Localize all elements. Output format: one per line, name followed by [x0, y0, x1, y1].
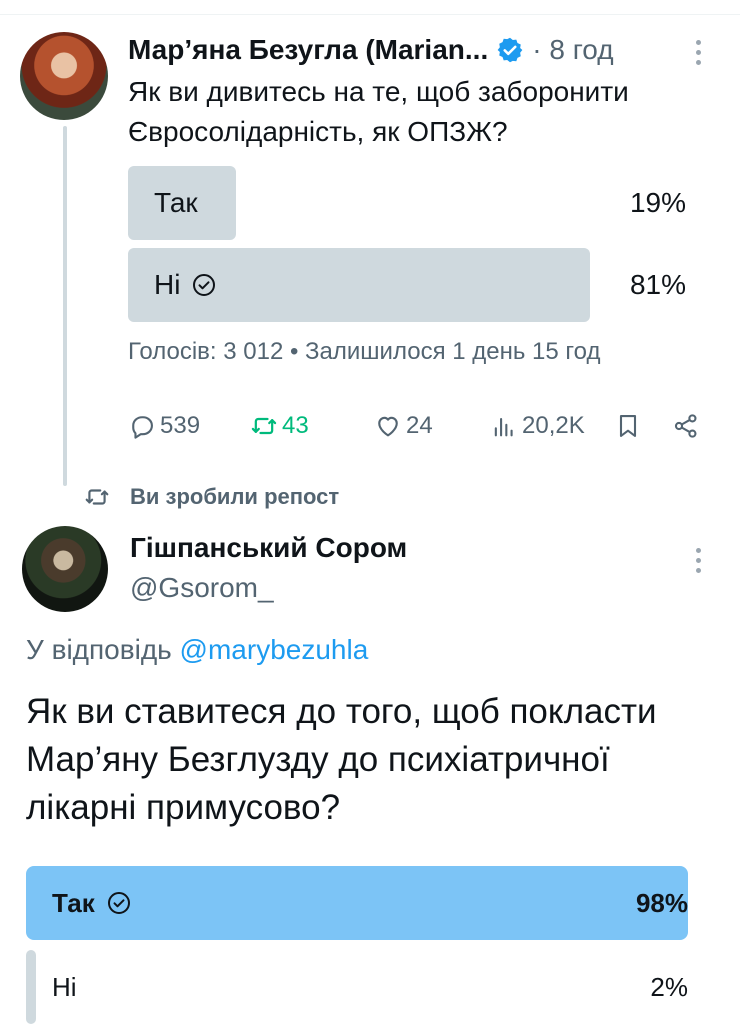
- author-name[interactable]: Мар’яна Безугла (Marian...: [128, 34, 488, 66]
- author-avatar[interactable]: [20, 32, 108, 120]
- reply-handle-link[interactable]: @marybezuhla: [180, 634, 369, 665]
- poll-option-label-wrap: Так: [52, 866, 131, 940]
- poll-option-yes: Так 98%: [26, 866, 702, 940]
- views-button[interactable]: 20,2K: [490, 404, 585, 448]
- poll-option-percent: 98%: [635, 887, 688, 918]
- more-icon[interactable]: [696, 548, 702, 573]
- reply-context: У відповідь @marybezuhla: [26, 634, 368, 666]
- author-name[interactable]: Гішпанський Сором: [130, 532, 407, 564]
- poll-option-label: Ні: [52, 971, 77, 1002]
- poll-option-label: Ні: [154, 269, 181, 300]
- poll-option-no: Ні 81%: [128, 248, 698, 322]
- top-divider: [0, 14, 740, 15]
- poll-option-percent: 19%: [629, 187, 686, 218]
- poll-option-percent: 2%: [650, 971, 688, 1002]
- tweet-actions: 539 43 24 20,2K: [128, 404, 708, 448]
- poll-option-yes: Так 19%: [128, 166, 698, 240]
- like-icon: [378, 416, 398, 437]
- views-icon: [494, 417, 513, 437]
- repost-count: 43: [282, 412, 309, 439]
- repost-note-text: Ви зробили репост: [130, 484, 340, 509]
- reply-icon: [132, 416, 153, 439]
- tweet-text: Як ви дивитесь на те, щоб заборонити Євр…: [128, 76, 629, 147]
- author-avatar[interactable]: [22, 526, 108, 612]
- poll-option-label: Так: [52, 887, 95, 918]
- poll-option-no: Ні 2%: [26, 950, 702, 1024]
- repost-button[interactable]: 43: [250, 404, 309, 448]
- like-count: 24: [406, 412, 433, 439]
- thread-line: [63, 126, 67, 486]
- views-count: 20,2K: [522, 412, 585, 439]
- check-circle-icon: [193, 274, 216, 296]
- poll-option-label: Так: [154, 187, 198, 218]
- poll-option-label-wrap: Ні: [154, 248, 216, 322]
- share-button[interactable]: [672, 404, 704, 448]
- reply-button[interactable]: 539: [128, 404, 200, 448]
- tweet-time[interactable]: · 8 год: [532, 34, 613, 66]
- repost-indicator: Ви зробили репост: [84, 480, 339, 514]
- tweet-text: Як ви ставитеся до того, щоб покласти Ма…: [26, 692, 657, 827]
- tweet-header: Мар’яна Безугла (Marian... · 8 год: [128, 30, 614, 70]
- bookmark-button[interactable]: [614, 404, 646, 448]
- repost-icon: [85, 489, 109, 505]
- check-circle-icon: [107, 892, 130, 914]
- share-icon: [674, 414, 697, 438]
- poll-bar: [26, 950, 36, 1024]
- verified-badge-icon: [497, 37, 523, 63]
- more-icon[interactable]: [696, 40, 702, 65]
- reply-count: 539: [160, 412, 201, 439]
- repost-icon: [251, 417, 277, 435]
- poll-option-percent: 81%: [629, 269, 686, 300]
- poll-meta: Голосів: 3 012 • Залишилося 1 день 15 го…: [128, 338, 601, 365]
- author-handle[interactable]: @Gsorom_: [130, 572, 274, 604]
- bookmark-icon: [619, 415, 637, 437]
- reply-prefix: У відповідь: [26, 634, 172, 665]
- like-button[interactable]: 24: [374, 404, 433, 448]
